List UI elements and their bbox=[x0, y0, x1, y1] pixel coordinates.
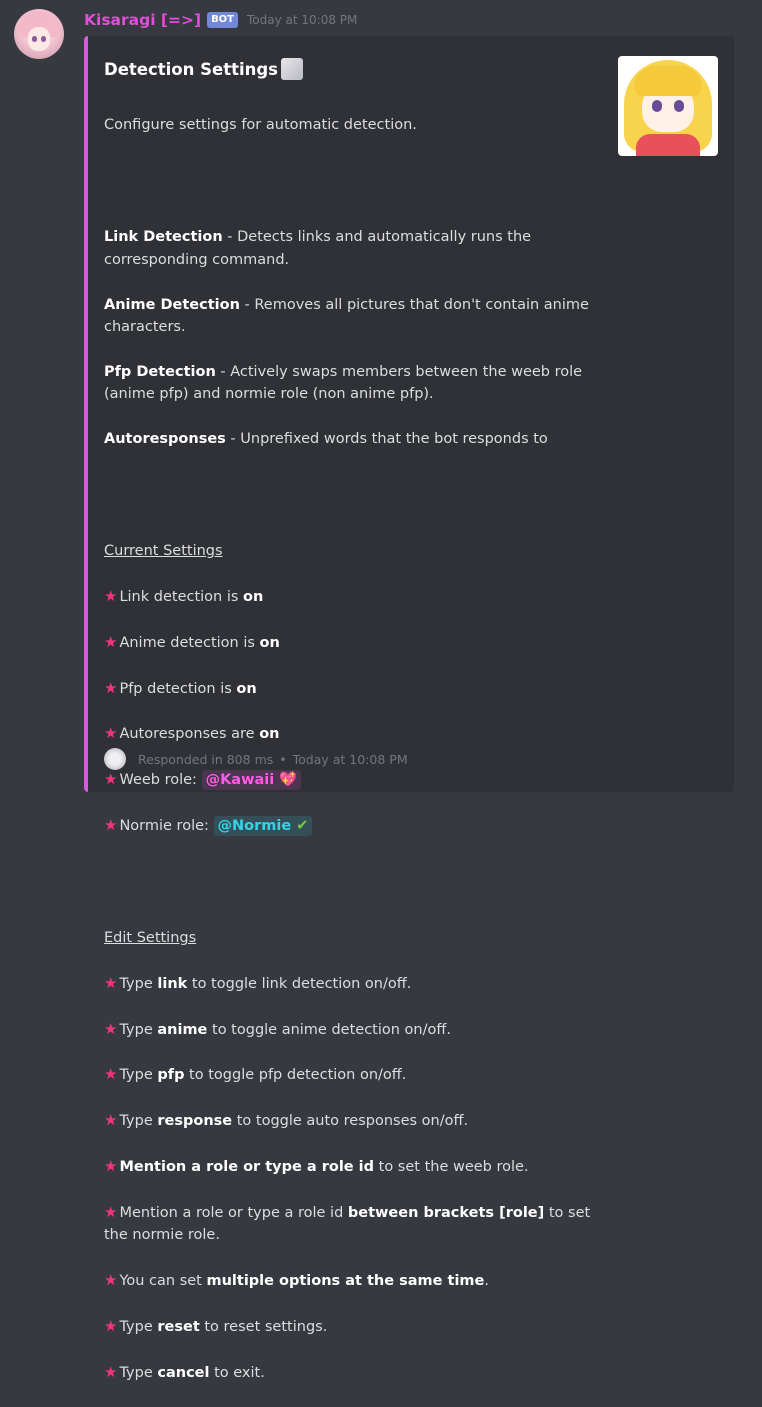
edit-instruction: ★ Type cancel to exit. bbox=[104, 1362, 265, 1381]
feature-name: Anime Detection bbox=[104, 296, 240, 313]
feature-item: Autoresponses - Unprefixed words that th… bbox=[104, 428, 604, 450]
check-mark-icon: ✔ bbox=[296, 817, 309, 834]
edit-instruction: ★ Type pfp to toggle pfp detection on/off… bbox=[104, 1065, 407, 1084]
star-icon: ★ bbox=[104, 724, 118, 743]
current-settings-header: Current Settings bbox=[104, 543, 223, 560]
footer-separator: • bbox=[279, 751, 287, 767]
edit-instruction: ★ You can set multiple options at the sam… bbox=[104, 1271, 489, 1290]
anime-face-emoji-icon bbox=[281, 58, 303, 80]
edit-instruction: ★ Type response to toggle auto responses … bbox=[104, 1111, 469, 1130]
setting-normie-role: ★ Normie role: @Normie ✔ bbox=[104, 814, 604, 837]
edit-instruction: ★ Type reset to reset settings. bbox=[104, 1316, 328, 1335]
star-icon: ★ bbox=[104, 770, 118, 789]
detection-settings-embed: Detection Settings Configure settings fo… bbox=[84, 36, 734, 1381]
star-icon: ★ bbox=[104, 1202, 118, 1221]
feature-name: Pfp Detection bbox=[104, 363, 216, 380]
star-icon: ★ bbox=[104, 1271, 118, 1290]
star-icon: ★ bbox=[104, 1316, 118, 1335]
footer-text: Responded in 808 ms bbox=[138, 751, 274, 767]
star-icon: ★ bbox=[104, 1065, 118, 1084]
star-icon: ★ bbox=[104, 1111, 118, 1130]
setting-value: on bbox=[259, 726, 280, 743]
setting-autoresponses: ★ Autoresponses are on bbox=[104, 724, 280, 743]
footer-timestamp: Today at 10:08 PM bbox=[292, 751, 408, 767]
star-icon: ★ bbox=[104, 586, 118, 605]
intro-text: Configure settings for automatic detecti… bbox=[104, 117, 417, 134]
star-icon: ★ bbox=[104, 1362, 118, 1381]
setting-value: on bbox=[236, 680, 257, 697]
bot-footer-icon bbox=[104, 748, 126, 770]
embed-title-text: Detection Settings bbox=[104, 59, 278, 79]
edit-settings-header: Edit Settings bbox=[104, 929, 197, 946]
feature-item: Link Detection - Detects links and autom… bbox=[104, 226, 604, 271]
role-mention-kawaii[interactable]: @Kawaii 💖 bbox=[201, 770, 302, 791]
setting-link-detection: ★ Link detection is on bbox=[104, 586, 264, 605]
feature-item: Pfp Detection - Actively swaps members b… bbox=[104, 361, 604, 406]
star-icon: ★ bbox=[104, 678, 118, 697]
star-icon: ★ bbox=[104, 632, 118, 651]
feature-name: Autoresponses bbox=[104, 431, 226, 448]
setting-value: on bbox=[243, 588, 264, 605]
feature-text: - Unprefixed words that the bot responds… bbox=[225, 431, 548, 448]
sparkling-heart-icon: 💖 bbox=[279, 772, 298, 789]
star-icon: ★ bbox=[104, 973, 118, 992]
edit-instruction: ★ Type link to toggle link detection on/o… bbox=[104, 973, 412, 992]
star-icon: ★ bbox=[104, 815, 118, 834]
setting-weeb-role: ★ Weeb role: @Kawaii 💖 bbox=[104, 768, 604, 791]
feature-item: Anime Detection - Removes all pictures t… bbox=[104, 294, 604, 339]
bot-tag-badge: BOT bbox=[207, 12, 239, 28]
embed-footer: Responded in 808 ms • Today at 10:08 PM bbox=[104, 748, 408, 770]
setting-value: on bbox=[259, 634, 280, 651]
user-avatar-icon[interactable] bbox=[14, 9, 64, 59]
message-header: Kisaragi [=>] BOT Today at 10:08 PM bbox=[84, 10, 357, 30]
feature-name: Link Detection bbox=[104, 229, 223, 246]
setting-anime-detection: ★ Anime detection is on bbox=[104, 632, 280, 651]
setting-pfp-detection: ★ Pfp detection is on bbox=[104, 678, 257, 697]
embed-title: Detection Settings bbox=[104, 58, 303, 80]
role-mention-normie[interactable]: @Normie ✔ bbox=[213, 815, 313, 836]
star-icon: ★ bbox=[104, 1019, 118, 1038]
star-icon: ★ bbox=[104, 1157, 118, 1176]
edit-instruction: ★ Mention a role or type a role id to set… bbox=[104, 1157, 529, 1176]
edit-instruction: ★ Mention a role or type a role id betwee… bbox=[104, 1202, 591, 1244]
edit-instruction: ★ Type anime to toggle anime detection on… bbox=[104, 1019, 451, 1038]
message-timestamp[interactable]: Today at 10:08 PM bbox=[247, 13, 357, 27]
anime-girl-thumbnail-icon[interactable] bbox=[618, 56, 718, 156]
username[interactable]: Kisaragi [=>] bbox=[84, 11, 201, 29]
